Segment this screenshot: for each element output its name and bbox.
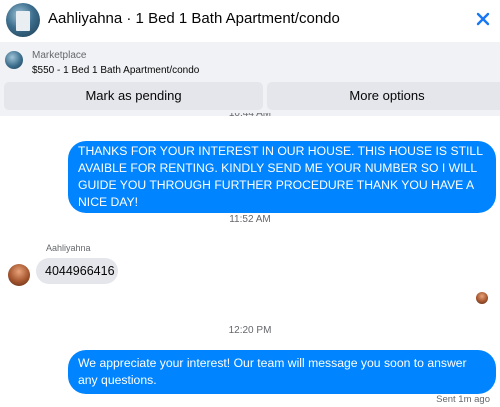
outgoing-message[interactable]: We appreciate your interest! Our team wi…	[68, 350, 496, 394]
outgoing-message[interactable]: THANKS FOR YOUR INTEREST IN OUR HOUSE. T…	[68, 141, 496, 213]
message-timestamp: 12:20 PM	[228, 325, 272, 336]
message-timestamp: 10:44 AM	[228, 113, 272, 119]
marketplace-label: Marketplace	[32, 50, 87, 61]
listing-avatar[interactable]	[6, 3, 40, 37]
conversation-header: Aahliyahna · 1 Bed 1 Bath Apartment/cond…	[0, 0, 500, 40]
marketplace-listing-banner[interactable]: Marketplace $550 - 1 Bed 1 Bath Apartmen…	[0, 42, 500, 78]
sender-avatar[interactable]	[8, 264, 30, 286]
listing-actions: Mark as pending More options	[0, 78, 500, 116]
more-options-button[interactable]: More options	[267, 82, 500, 110]
listing-price-title: $550 - 1 Bed 1 Bath Apartment/condo	[32, 65, 200, 76]
conversation-title[interactable]: Aahliyahna · 1 Bed 1 Bath Apartment/cond…	[48, 10, 340, 27]
sender-name: Aahliyahna	[46, 243, 91, 253]
message-timestamp: 11:52 AM	[229, 214, 271, 225]
message-status: Sent 1m ago	[436, 394, 490, 405]
incoming-message[interactable]: 4044966416	[36, 258, 118, 284]
mark-as-pending-button[interactable]: Mark as pending	[4, 82, 263, 110]
listing-thumbnail	[5, 51, 23, 69]
read-receipt-avatar	[476, 292, 488, 304]
close-icon[interactable]	[472, 8, 494, 30]
